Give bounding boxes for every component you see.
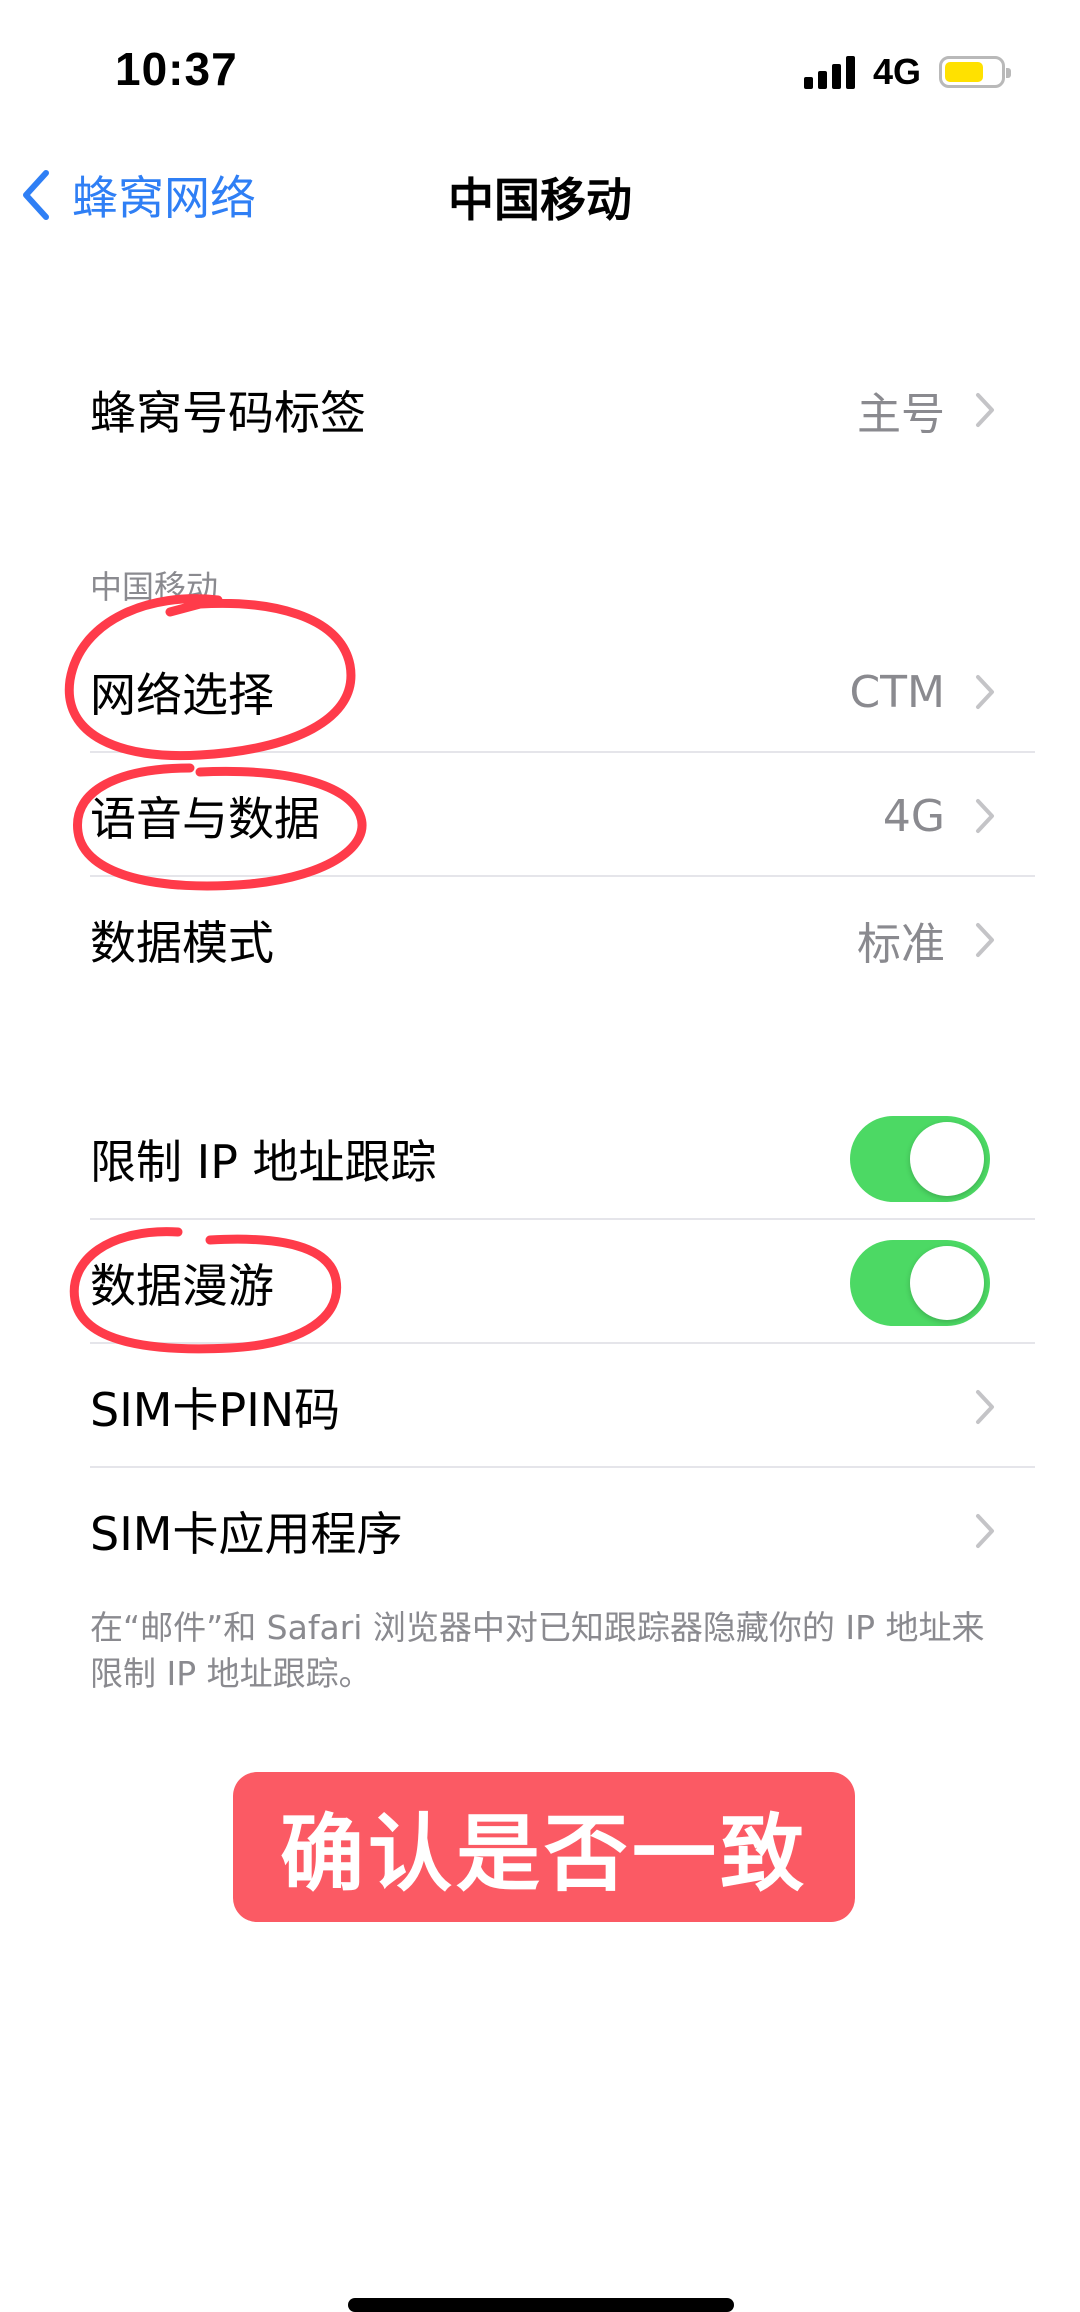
section-header: 中国移动 <box>90 568 219 606</box>
status-time: 10:37 <box>115 43 238 95</box>
signal-icon <box>803 55 855 89</box>
chevron-right-icon <box>976 1514 994 1548</box>
limit-ip-tracking-row: 限制 IP 地址跟踪 <box>90 1099 1035 1219</box>
row-label: 语音与数据 <box>90 792 320 846</box>
divider <box>90 1342 1035 1344</box>
network-type: 4G <box>872 51 921 92</box>
limit-ip-tracking-toggle[interactable] <box>850 1116 990 1202</box>
battery-icon <box>939 56 1011 88</box>
row-label: 网络选择 <box>90 668 274 722</box>
toggle-knob <box>910 1246 984 1320</box>
row-value: 标准 <box>857 919 945 970</box>
row-label: SIM卡应用程序 <box>90 1507 403 1561</box>
divider <box>90 1466 1035 1468</box>
chevron-right-icon <box>976 675 994 709</box>
divider <box>90 1218 1035 1220</box>
chevron-right-icon <box>976 1390 994 1424</box>
sim-applications-row[interactable]: SIM卡应用程序 <box>90 1471 1035 1591</box>
home-indicator[interactable] <box>348 2298 734 2312</box>
confirm-match-badge: 确认是否一致 <box>233 1772 855 1922</box>
chevron-right-icon <box>976 799 994 833</box>
status-icons: 4G <box>803 51 1011 92</box>
row-value: CTM <box>849 666 945 718</box>
network-selection-row[interactable]: 网络选择 CTM <box>90 632 1035 752</box>
data-mode-row[interactable]: 数据模式 标准 <box>90 880 1035 1000</box>
row-label: 数据漫游 <box>90 1259 274 1313</box>
row-value: 4G <box>882 790 945 842</box>
chevron-right-icon <box>976 393 994 427</box>
row-label: 数据模式 <box>90 916 274 970</box>
row-value: 主号 <box>857 389 945 440</box>
battery-level <box>945 62 983 82</box>
voice-and-data-row[interactable]: 语音与数据 4G <box>90 756 1035 876</box>
divider <box>90 751 1035 753</box>
page-title: 中国移动 <box>448 173 632 227</box>
row-label: 限制 IP 地址跟踪 <box>90 1135 437 1189</box>
cellular-number-label-row[interactable]: 蜂窝号码标签 主号 <box>90 350 1035 470</box>
data-roaming-row: 数据漫游 <box>90 1223 1035 1343</box>
data-roaming-toggle[interactable] <box>850 1240 990 1326</box>
chevron-right-icon <box>976 923 994 957</box>
sim-pin-row[interactable]: SIM卡PIN码 <box>90 1347 1035 1467</box>
toggle-knob <box>910 1122 984 1196</box>
navigation-bar: 蜂窝网络 中国移动 <box>0 140 1080 240</box>
status-bar: 10:37 4G <box>0 0 1080 140</box>
row-label: SIM卡PIN码 <box>90 1383 341 1437</box>
row-label: 蜂窝号码标签 <box>90 386 366 440</box>
footer-note: 在“邮件”和 Safari 浏览器中对已知跟踪器隐藏你的 IP 地址来限制 IP… <box>90 1608 985 1693</box>
divider <box>90 875 1035 877</box>
